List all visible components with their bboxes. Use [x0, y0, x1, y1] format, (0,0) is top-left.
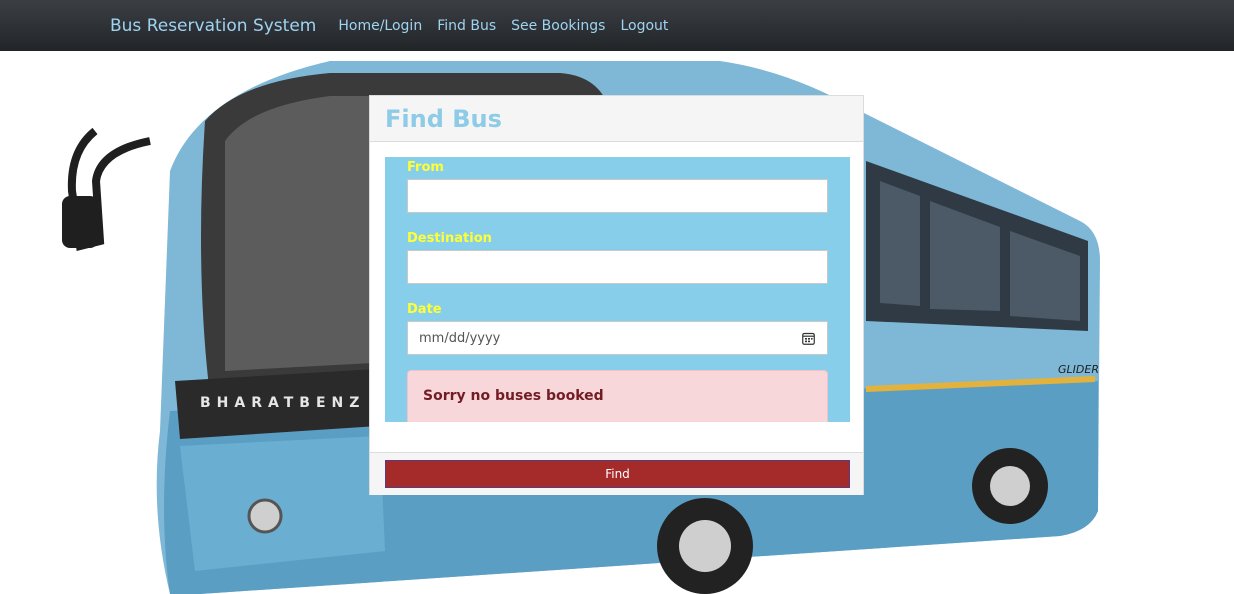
find-bus-form: From Destination Date mm/dd/yyyy Sorry n…	[385, 157, 850, 422]
date-placeholder: mm/dd/yyyy	[419, 330, 501, 346]
date-input[interactable]: mm/dd/yyyy	[407, 321, 828, 355]
calendar-icon[interactable]	[802, 332, 815, 345]
find-bus-card: Find Bus From Destination Date mm/dd/yyy…	[369, 95, 864, 495]
destination-input[interactable]	[407, 250, 828, 284]
card-title: Find Bus	[385, 104, 502, 133]
card-footer: Find	[370, 452, 863, 495]
find-button[interactable]: Find	[385, 460, 850, 488]
from-input[interactable]	[407, 179, 828, 213]
no-buses-alert: Sorry no buses booked	[407, 370, 828, 422]
card-header: Find Bus	[370, 96, 863, 142]
nav-home-login[interactable]: Home/Login	[338, 18, 422, 34]
svg-text:BHARATBENZ: BHARATBENZ	[200, 395, 365, 411]
from-label: From	[407, 160, 444, 175]
date-label: Date	[407, 302, 442, 317]
top-navbar: Bus Reservation System Home/Login Find B…	[0, 0, 1234, 51]
brand-link[interactable]: Bus Reservation System	[110, 16, 316, 36]
nav-see-bookings[interactable]: See Bookings	[511, 18, 605, 34]
svg-text:GLIDER: GLIDER	[1058, 363, 1099, 376]
nav-logout[interactable]: Logout	[620, 18, 668, 34]
destination-label: Destination	[407, 231, 492, 246]
nav-find-bus[interactable]: Find Bus	[437, 18, 496, 34]
